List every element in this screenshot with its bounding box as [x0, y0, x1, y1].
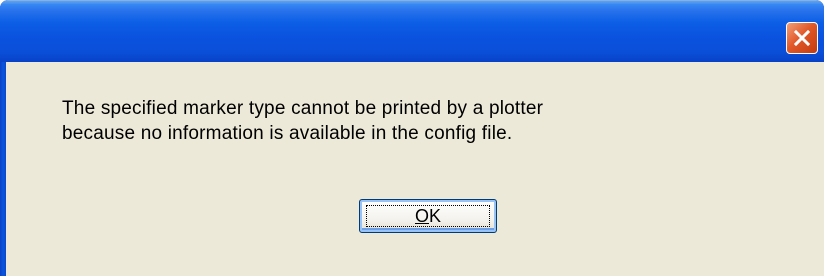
message-line-1: The specified marker type cannot be prin…	[62, 98, 544, 119]
ok-label-rest: K	[429, 205, 442, 226]
close-icon	[792, 28, 812, 48]
title-bar[interactable]	[0, 0, 824, 62]
close-button[interactable]	[786, 22, 818, 54]
message-text: The specified marker type cannot be prin…	[62, 96, 802, 146]
dialog-body: The specified marker type cannot be prin…	[6, 62, 824, 276]
message-line-2: because no information is available in t…	[62, 123, 513, 144]
title-bar-highlight	[0, 0, 824, 4]
ok-button-label: OK	[415, 206, 441, 227]
dialog-window: The specified marker type cannot be prin…	[0, 0, 824, 276]
ok-button[interactable]: OK	[359, 199, 497, 233]
ok-mnemonic: O	[414, 205, 429, 226]
